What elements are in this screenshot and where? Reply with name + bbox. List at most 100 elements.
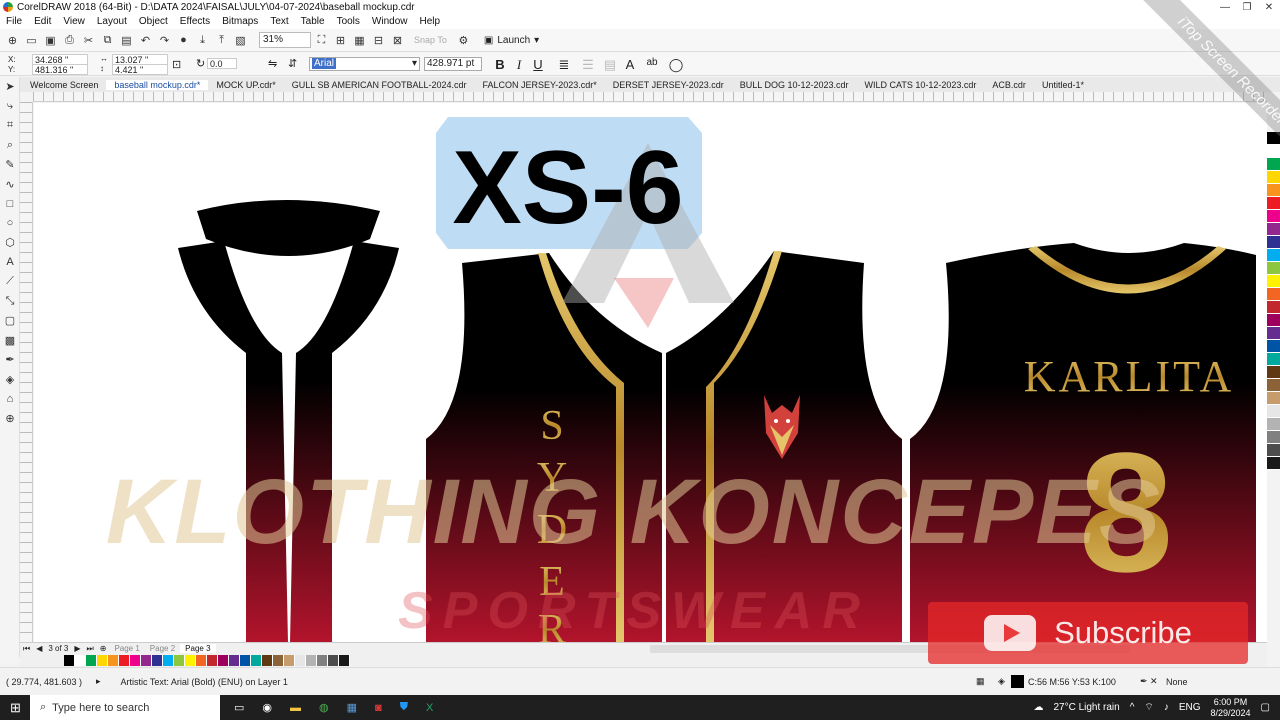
tab-falcon-jersey[interactable]: FALCON JERSEY-2023.cdr* bbox=[475, 80, 605, 90]
color-swatch[interactable] bbox=[1267, 236, 1280, 249]
y-position-field[interactable]: 481.316 " bbox=[32, 64, 88, 75]
document-color-swatch[interactable] bbox=[218, 655, 229, 666]
search-content-icon[interactable]: ● bbox=[175, 32, 192, 49]
color-swatch[interactable] bbox=[1267, 392, 1280, 405]
artistic-media-icon[interactable]: ∿ bbox=[0, 175, 20, 195]
menu-effects[interactable]: Effects bbox=[174, 16, 216, 27]
document-color-swatch[interactable] bbox=[64, 655, 75, 666]
coreldraw-taskbar-icon[interactable]: ◉ bbox=[262, 701, 272, 714]
launch-button[interactable]: ▣ Launch ▾ bbox=[484, 35, 539, 46]
document-color-swatch[interactable] bbox=[119, 655, 130, 666]
tab-wild-cats[interactable]: WILD CATS 10-12-2023.cdr bbox=[857, 80, 985, 90]
text-properties-icon[interactable]: A bbox=[622, 57, 638, 72]
edit-text-icon[interactable]: ab bbox=[644, 57, 660, 68]
volume-icon[interactable]: ♪ bbox=[1164, 702, 1169, 713]
menu-file[interactable]: File bbox=[0, 16, 28, 27]
notifications-icon[interactable]: ▢ bbox=[1261, 702, 1270, 713]
copy-icon[interactable]: ⧉ bbox=[99, 32, 116, 49]
color-swatch[interactable] bbox=[1267, 275, 1280, 288]
next-page-icon[interactable]: ▶ bbox=[71, 644, 83, 653]
color-swatch[interactable] bbox=[1267, 301, 1280, 314]
document-color-swatch[interactable] bbox=[86, 655, 97, 666]
document-color-swatch[interactable] bbox=[207, 655, 218, 666]
fill-icon[interactable]: ◈ bbox=[998, 676, 1005, 687]
menu-tools[interactable]: Tools bbox=[331, 16, 366, 27]
zoom-level-select[interactable]: 31% bbox=[259, 32, 311, 48]
document-color-swatch[interactable] bbox=[130, 655, 141, 666]
tab-welcome-screen[interactable]: Welcome Screen bbox=[22, 80, 106, 90]
tab-gull-sb-football[interactable]: GULL SB AMERICAN FOOTBALL-2024.cdr bbox=[284, 80, 475, 90]
polygon-tool-icon[interactable]: ⬡ bbox=[0, 233, 20, 253]
document-color-swatch[interactable] bbox=[229, 655, 240, 666]
color-swatch[interactable] bbox=[1267, 353, 1280, 366]
mirror-vertical-icon[interactable]: ⇵ bbox=[288, 57, 297, 70]
menu-table[interactable]: Table bbox=[295, 16, 331, 27]
ellipse-tool-icon[interactable]: ○ bbox=[0, 214, 20, 234]
first-page-icon[interactable]: ⏮ bbox=[20, 644, 33, 654]
publish-pdf-icon[interactable]: ▧ bbox=[232, 32, 249, 49]
screen-recorder-icon[interactable]: ◙ bbox=[375, 702, 382, 714]
document-color-swatch[interactable] bbox=[251, 655, 262, 666]
document-color-swatch[interactable] bbox=[163, 655, 174, 666]
interactive-fill-icon[interactable]: ◈ bbox=[0, 370, 20, 390]
mirror-horizontal-icon[interactable]: ⇋ bbox=[268, 57, 277, 70]
color-swatch[interactable] bbox=[1267, 418, 1280, 431]
clock[interactable]: 6:00 PM 8/29/2024 bbox=[1211, 697, 1251, 719]
underline-button[interactable]: U bbox=[530, 57, 546, 72]
page-tab-2[interactable]: Page 2 bbox=[145, 644, 180, 653]
drop-shadow-icon[interactable]: ▢ bbox=[0, 311, 20, 331]
color-swatch[interactable] bbox=[1267, 223, 1280, 236]
lock-ratio-icon[interactable]: ⊡ bbox=[172, 58, 181, 71]
smart-fill-icon[interactable]: ⌂ bbox=[0, 389, 20, 409]
tab-baseball-mockup[interactable]: baseball mockup.cdr* bbox=[106, 79, 209, 90]
document-color-swatch[interactable] bbox=[185, 655, 196, 666]
subscribe-overlay[interactable]: Subscribe bbox=[928, 602, 1248, 664]
document-color-swatch[interactable] bbox=[262, 655, 273, 666]
tab-untitled-1[interactable]: Untitled-1* bbox=[1034, 80, 1092, 90]
color-swatch[interactable] bbox=[1267, 171, 1280, 184]
show-grid-icon[interactable]: ▦ bbox=[351, 32, 368, 49]
excel-icon[interactable]: X bbox=[426, 702, 433, 714]
drawing-canvas[interactable]: XS-6 S Y D E R KARLITA 8 KLOTHING KONCEP… bbox=[34, 103, 1267, 643]
new-document-icon[interactable]: ⊕ bbox=[4, 32, 21, 49]
defender-shield-icon[interactable]: ⛊ bbox=[400, 701, 408, 714]
menu-view[interactable]: View bbox=[57, 16, 91, 27]
text-align-icon[interactable]: ≣ bbox=[556, 57, 572, 73]
maximize-button[interactable]: ❐ bbox=[1236, 0, 1258, 14]
document-color-swatch[interactable] bbox=[295, 655, 306, 666]
tab-acb[interactable]: ACB.cdr bbox=[984, 80, 1034, 90]
zoom-tool-icon[interactable]: ⌕ bbox=[0, 136, 20, 156]
tab-bull-dog[interactable]: BULL DOG 10-12-2023.cdr bbox=[732, 80, 857, 90]
language-indicator[interactable]: ENG bbox=[1179, 702, 1201, 713]
vertical-ruler[interactable] bbox=[20, 102, 33, 642]
color-swatch[interactable] bbox=[1267, 379, 1280, 392]
import-icon[interactable]: ⤓ bbox=[194, 32, 211, 49]
horizontal-ruler[interactable] bbox=[33, 92, 1267, 102]
outline-pen-icon[interactable]: ✒ bbox=[1140, 676, 1148, 687]
color-swatch[interactable] bbox=[1267, 184, 1280, 197]
color-swatch[interactable] bbox=[1267, 314, 1280, 327]
shape-tool-icon[interactable]: ⤷ bbox=[0, 97, 20, 117]
document-color-swatch[interactable] bbox=[75, 655, 86, 666]
color-swatch[interactable] bbox=[1267, 457, 1280, 470]
document-color-swatch[interactable] bbox=[306, 655, 317, 666]
color-swatch[interactable] bbox=[1267, 327, 1280, 340]
eyedropper-icon[interactable]: ✒ bbox=[0, 350, 20, 370]
menu-edit[interactable]: Edit bbox=[28, 16, 57, 27]
color-swatch[interactable] bbox=[1267, 431, 1280, 444]
file-explorer-icon[interactable]: ▬ bbox=[290, 702, 301, 714]
fill-swatch[interactable] bbox=[1011, 675, 1024, 688]
document-color-swatch[interactable] bbox=[273, 655, 284, 666]
tray-chevron-icon[interactable]: ^ bbox=[1130, 702, 1135, 713]
document-color-swatch[interactable] bbox=[108, 655, 119, 666]
chrome-icon[interactable]: ◍ bbox=[319, 701, 329, 714]
add-page-icon[interactable]: ⊕ bbox=[97, 644, 110, 653]
menu-bitmaps[interactable]: Bitmaps bbox=[216, 16, 264, 27]
redo-icon[interactable]: ↷ bbox=[156, 32, 173, 49]
snap-off-icon[interactable]: ⊠ bbox=[389, 32, 406, 49]
document-color-swatch[interactable] bbox=[174, 655, 185, 666]
color-swatch[interactable] bbox=[1267, 158, 1280, 171]
calculator-icon[interactable]: ▦ bbox=[347, 701, 357, 714]
open-folder-icon[interactable]: ▭ bbox=[23, 32, 40, 49]
tab-derset-jersey[interactable]: DERSET JERSEY-2023.cdr bbox=[605, 80, 732, 90]
